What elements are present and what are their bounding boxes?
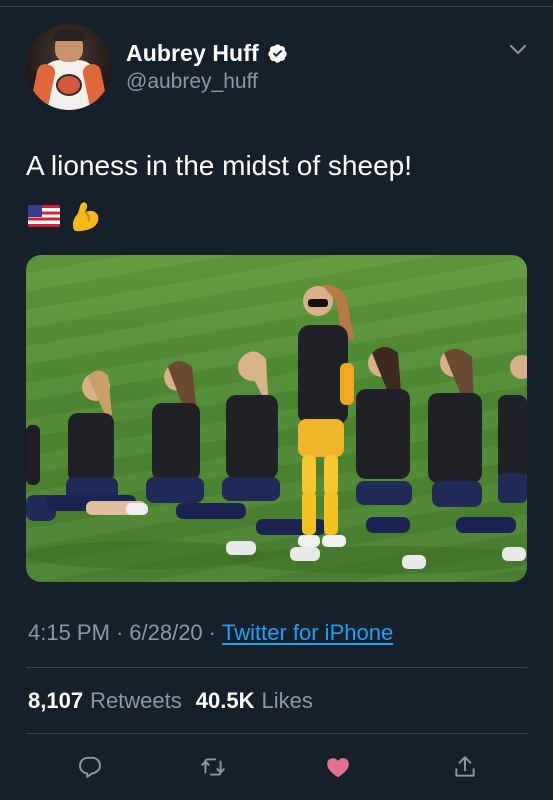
divider xyxy=(26,733,527,734)
retweet-button[interactable] xyxy=(198,752,228,782)
tweet-photo[interactable] xyxy=(26,255,527,582)
tweet-date[interactable]: 6/28/20 xyxy=(129,620,202,646)
chevron-down-icon[interactable] xyxy=(508,42,528,58)
retweet-icon xyxy=(201,758,225,776)
retweets-label[interactable]: Retweets xyxy=(90,688,182,714)
tweet-header: Aubrey Huff @aubrey_huff xyxy=(26,24,536,114)
tweet-text: A lioness in the midst of sheep! xyxy=(26,150,412,181)
reply-icon xyxy=(79,756,101,778)
tweet-meta: 4:15 PM · 6/28/20 · Twitter for iPhone xyxy=(28,618,393,648)
like-button[interactable] xyxy=(323,752,353,782)
top-divider xyxy=(0,0,553,7)
author-display-name[interactable]: Aubrey Huff xyxy=(126,40,259,67)
share-icon xyxy=(455,756,475,777)
likes-count[interactable]: 40.5K xyxy=(196,688,255,714)
flexed-biceps-icon xyxy=(72,202,99,232)
separator-dot: · xyxy=(115,620,124,645)
author-name-row[interactable]: Aubrey Huff xyxy=(126,38,288,68)
divider xyxy=(26,667,527,668)
verified-badge-icon xyxy=(268,43,287,63)
source-link[interactable]: Twitter for iPhone xyxy=(222,620,393,646)
reply-button[interactable] xyxy=(75,752,105,782)
separator-dot: · xyxy=(208,620,216,645)
author-handle[interactable]: @aubrey_huff xyxy=(126,70,258,94)
photo-players xyxy=(26,284,527,574)
tweet-time[interactable]: 4:15 PM xyxy=(28,620,110,646)
avatar[interactable] xyxy=(26,24,112,110)
us-flag-icon xyxy=(28,205,60,227)
like-icon xyxy=(327,758,349,778)
likes-label[interactable]: Likes xyxy=(262,688,313,714)
tweet-actions xyxy=(26,748,527,788)
retweets-count[interactable]: 8,107 xyxy=(28,688,83,714)
tweet-stats: 8,107 Retweets 40.5K Likes xyxy=(28,686,327,716)
share-button[interactable] xyxy=(450,752,480,782)
emoji-row xyxy=(28,197,102,235)
